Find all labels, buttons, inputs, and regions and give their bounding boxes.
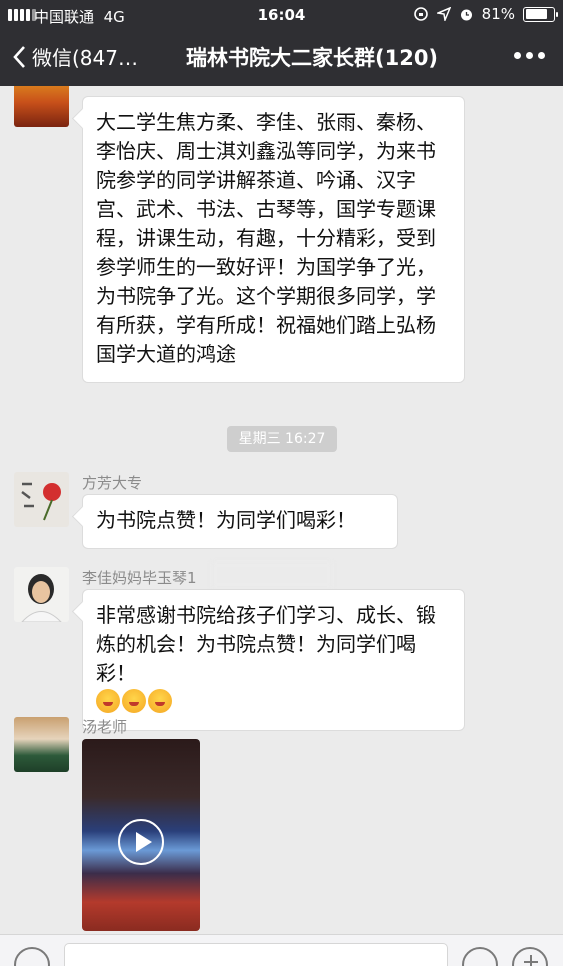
emoji-icon [122, 689, 146, 713]
plus-icon[interactable] [512, 947, 548, 966]
sender-name: 方芳大专 [82, 474, 143, 492]
message-text: 为书院点赞！为同学们喝彩！ [96, 508, 356, 532]
message-text: 非常感谢书院给孩子们学习、成长、锻炼的机会！为书院点赞！为同学们喝彩！ [96, 603, 436, 685]
play-icon[interactable] [118, 819, 164, 865]
message-input[interactable] [64, 943, 448, 966]
battery-icon [523, 6, 558, 22]
alarm-icon [460, 9, 472, 20]
emoji-button-icon[interactable] [462, 947, 498, 966]
person-photo-icon [21, 574, 62, 622]
timestamp: 星期三 16:27 [227, 426, 337, 452]
chat-area[interactable]: 大二学生焦方柔、李佳、张雨、秦杨、李怡庆、周士淇刘鑫泓等同学，为来书院参学的同学… [0, 86, 563, 934]
status-bar: 中国联通 4G 16:04 81% [0, 0, 563, 30]
sender-name: 李佳妈妈毕玉琴1 [82, 569, 197, 587]
emoji-icon [96, 689, 120, 713]
redaction-blur [212, 562, 332, 588]
nav-bar: 微信(847… 瑞林书院大二家长群(120) [0, 30, 563, 86]
avatar[interactable] [14, 472, 69, 527]
avatar[interactable] [14, 717, 69, 772]
back-label: 微信(847… [32, 46, 138, 70]
message-bubble[interactable]: 非常感谢书院给孩子们学习、成长、锻炼的机会！为书院点赞！为同学们喝彩！ [82, 589, 465, 731]
avatar[interactable] [14, 86, 69, 127]
battery-label: 81% [481, 5, 515, 23]
sender-name: 汤老师 [82, 718, 128, 736]
emoji-icon [148, 689, 172, 713]
location-icon [436, 7, 451, 21]
chat-title: 瑞林书院大二家长群(120) [186, 46, 439, 70]
flower-art-icon [21, 482, 61, 521]
more-icon[interactable] [514, 52, 545, 59]
message-bubble[interactable]: 大二学生焦方柔、李佳、张雨、秦杨、李怡庆、周士淇刘鑫泓等同学，为来书院参学的同学… [82, 96, 465, 383]
avatar[interactable] [14, 567, 69, 622]
message-bubble[interactable]: 为书院点赞！为同学们喝彩！ [82, 494, 398, 549]
back-button[interactable]: 微信(847… [12, 42, 138, 71]
lock-rotation-icon [413, 7, 428, 21]
voice-icon[interactable] [14, 947, 50, 966]
input-bar [0, 934, 563, 966]
video-message[interactable] [82, 739, 200, 931]
message-text: 大二学生焦方柔、李佳、张雨、秦杨、李怡庆、周士淇刘鑫泓等同学，为来书院参学的同学… [96, 110, 436, 366]
chevron-left-icon [13, 45, 25, 68]
